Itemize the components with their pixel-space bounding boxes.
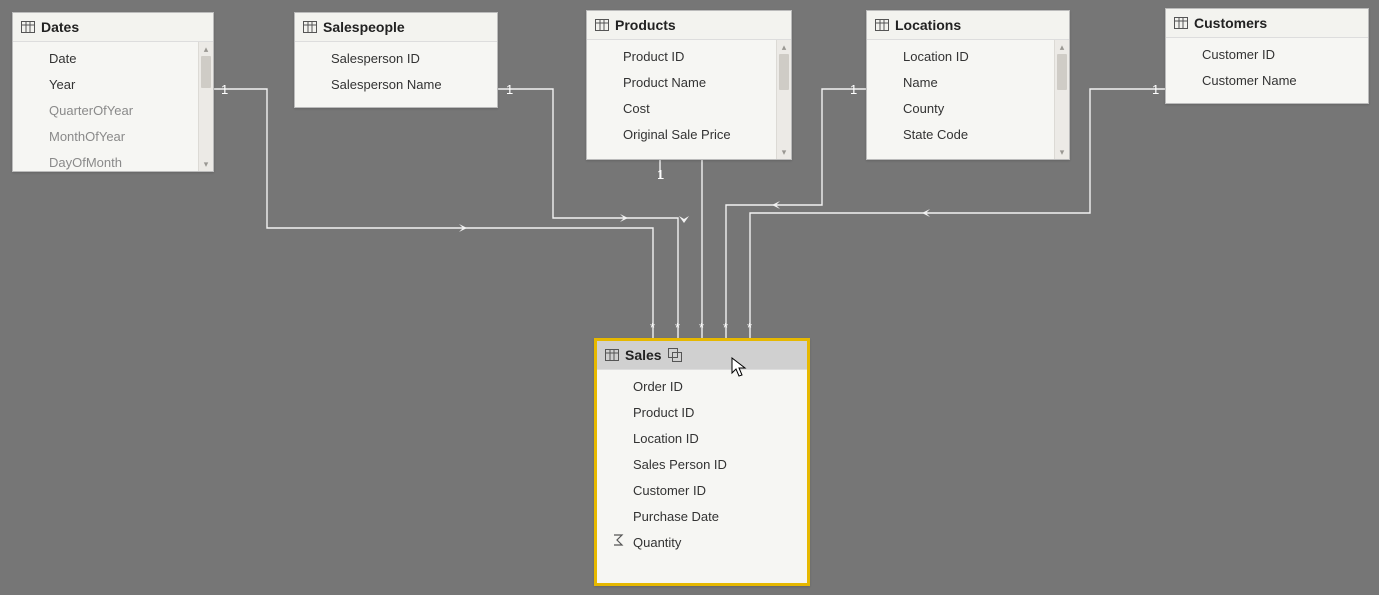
cardinality-one: 1 [657,167,664,182]
table-header[interactable]: Dates [13,13,213,42]
table-body: Date Year QuarterOfYear MonthOfYear DayO… [13,42,213,171]
scrollbar[interactable]: ▴ ▾ [1054,40,1069,159]
field-item[interactable]: County [867,96,1069,122]
scrollbar[interactable]: ▴ ▾ [776,40,791,159]
table-card-customers[interactable]: Customers Customer ID Customer Name [1165,8,1369,104]
field-item[interactable]: State Code [867,122,1069,148]
field-item[interactable]: MonthOfYear [13,124,213,150]
table-header[interactable]: Locations [867,11,1069,40]
cardinality-many: * [650,320,655,335]
table-body: Order ID Product ID Location ID Sales Pe… [597,370,807,583]
table-title: Locations [895,17,961,33]
field-list: Order ID Product ID Location ID Sales Pe… [597,370,807,560]
field-item[interactable]: Name [867,70,1069,96]
linked-tables-icon [668,348,682,362]
table-title: Salespeople [323,19,405,35]
table-body: Salesperson ID Salesperson Name [295,42,497,107]
scroll-up-icon[interactable]: ▴ [1055,40,1069,54]
table-title: Customers [1194,15,1267,31]
field-item[interactable]: Location ID [597,426,807,452]
table-header[interactable]: Products [587,11,791,40]
cardinality-one: 1 [506,82,513,97]
cardinality-many: * [723,320,728,335]
cardinality-one: 1 [221,82,228,97]
field-list: Location ID Name County State Code [867,40,1069,152]
scroll-up-icon[interactable]: ▴ [199,42,213,56]
field-item[interactable]: Cost [587,96,791,122]
field-item[interactable]: Order ID [597,374,807,400]
scroll-thumb[interactable] [779,54,789,90]
table-icon [303,20,317,34]
field-item[interactable]: QuarterOfYear [13,98,213,124]
table-icon [21,20,35,34]
table-header[interactable]: Sales [597,341,807,370]
table-card-locations[interactable]: Locations Location ID Name County State … [866,10,1070,160]
field-item[interactable]: Purchase Date [597,504,807,530]
table-card-dates[interactable]: Dates Date Year QuarterOfYear MonthOfYea… [12,12,214,172]
field-list: Customer ID Customer Name [1166,38,1368,98]
field-item[interactable]: DayOfMonth [13,150,213,171]
cardinality-one: 1 [1152,82,1159,97]
table-body: Location ID Name County State Code ▴ ▾ [867,40,1069,159]
table-title: Sales [625,347,662,363]
field-item[interactable]: Sales Person ID [597,452,807,478]
model-canvas[interactable]: 1 1 1 1 1 * * * * * Dates Date Year Quar… [0,0,1379,595]
field-label: Quantity [633,535,681,550]
field-list: Date Year QuarterOfYear MonthOfYear DayO… [13,42,213,171]
field-item[interactable]: Product ID [597,400,807,426]
scroll-down-icon[interactable]: ▾ [199,157,213,171]
table-icon [875,18,889,32]
table-icon [1174,16,1188,30]
table-title: Products [615,17,676,33]
scroll-down-icon[interactable]: ▾ [1055,145,1069,159]
scroll-up-icon[interactable]: ▴ [777,40,791,54]
table-icon [605,348,619,362]
table-card-sales[interactable]: Sales Order ID Product ID Location ID Sa… [594,338,810,586]
sigma-icon [611,533,625,547]
cardinality-many: * [675,320,680,335]
table-header[interactable]: Customers [1166,9,1368,38]
field-item[interactable]: Customer ID [1166,42,1368,68]
field-list: Product ID Product Name Cost Original Sa… [587,40,791,152]
field-item[interactable]: Year [13,72,213,98]
scroll-down-icon[interactable]: ▾ [777,145,791,159]
cardinality-many: * [699,320,704,335]
field-item[interactable]: Product ID [587,44,791,70]
table-icon [595,18,609,32]
field-item[interactable]: Customer Name [1166,68,1368,94]
field-item[interactable]: Location ID [867,44,1069,70]
table-header[interactable]: Salespeople [295,13,497,42]
cardinality-one: 1 [850,82,857,97]
table-card-salespeople[interactable]: Salespeople Salesperson ID Salesperson N… [294,12,498,108]
table-title: Dates [41,19,79,35]
field-item[interactable]: Salesperson ID [295,46,497,72]
field-list: Salesperson ID Salesperson Name [295,42,497,102]
field-item[interactable]: Product Name [587,70,791,96]
cardinality-many: * [747,320,752,335]
field-item[interactable]: Quantity [597,530,807,556]
table-body: Customer ID Customer Name [1166,38,1368,103]
table-body: Product ID Product Name Cost Original Sa… [587,40,791,159]
field-item[interactable]: Customer ID [597,478,807,504]
field-item[interactable]: Date [13,46,213,72]
scroll-thumb[interactable] [1057,54,1067,90]
scrollbar[interactable]: ▴ ▾ [198,42,213,171]
field-item[interactable]: Original Sale Price [587,122,791,148]
scroll-thumb[interactable] [201,56,211,88]
table-card-products[interactable]: Products Product ID Product Name Cost Or… [586,10,792,160]
field-item[interactable]: Salesperson Name [295,72,497,98]
